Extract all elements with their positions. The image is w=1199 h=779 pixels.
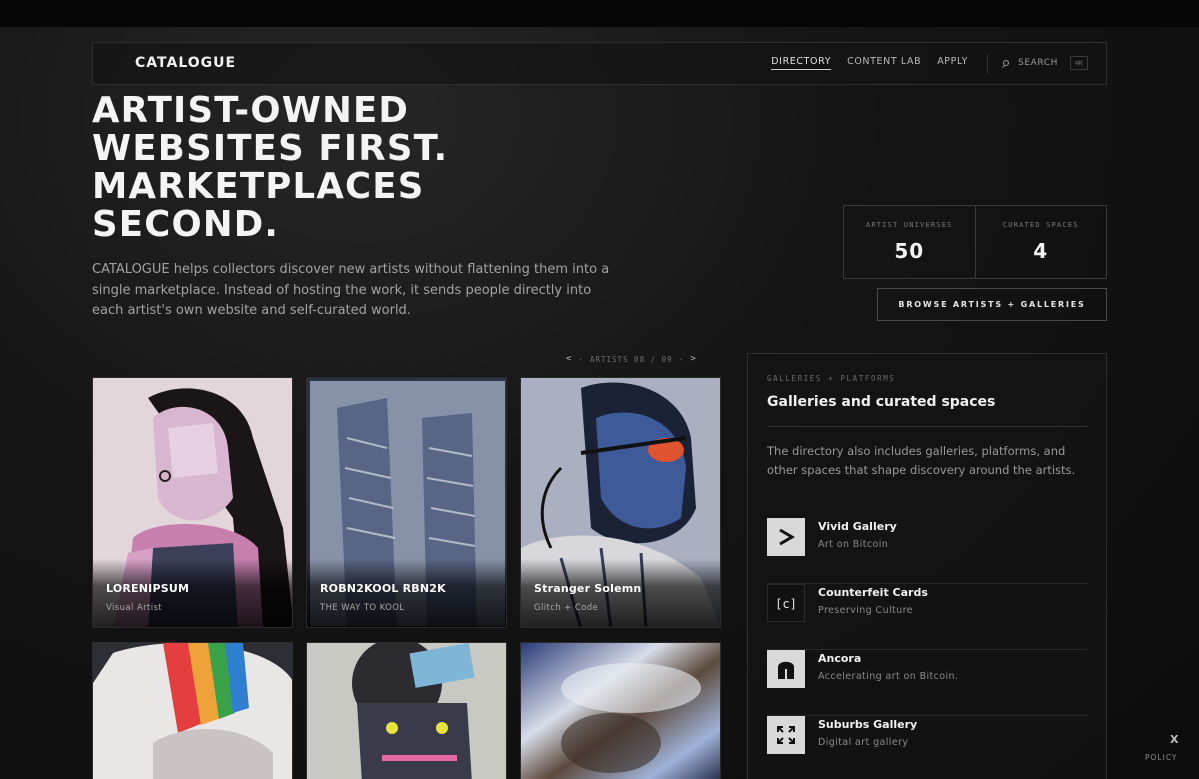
pager-next-button[interactable]: >: [690, 354, 696, 364]
gallery-subtitle: Accelerating art on Bitcoin.: [818, 671, 959, 682]
search-label: SEARCH: [1018, 58, 1059, 68]
pager-prev-button[interactable]: <: [566, 354, 572, 364]
top-strip: [0, 0, 1199, 27]
search-shortcut: ⌘K: [1070, 56, 1088, 70]
top-nav: CATALOGUE DIRECTORY CONTENT LAB APPLY SE…: [92, 42, 1107, 85]
browse-artists-button[interactable]: BROWSE ARTISTS + GALLERIES: [877, 288, 1107, 321]
stat-value: 50: [894, 239, 925, 263]
ancora-logo-icon: [767, 650, 805, 688]
chevron-right-icon: [767, 518, 805, 556]
gallery-subtitle: Art on Bitcoin: [818, 539, 889, 550]
expand-arrows-icon: [767, 716, 805, 754]
gallery-name: Counterfeit Cards: [818, 586, 928, 599]
artist-pager: < · ARTISTS 08 / 09 · >: [566, 354, 697, 364]
gallery-name: Suburbs Gallery: [818, 718, 918, 731]
stat-value: 4: [1033, 239, 1049, 263]
artist-card[interactable]: [306, 642, 507, 779]
svg-text:[c]: [c]: [775, 597, 797, 611]
gallery-item-suburbs[interactable]: Suburbs Gallery Digital art gallery: [767, 716, 1087, 779]
logo[interactable]: CATALOGUE: [135, 55, 236, 71]
gallery-name: Ancora: [818, 652, 862, 665]
galleries-panel: GALLERIES + PLATFORMS Galleries and cura…: [747, 353, 1107, 779]
artist-card-stranger-solemn[interactable]: Stranger Solemn Glitch + Code: [520, 377, 721, 628]
nav-link-directory[interactable]: DIRECTORY: [771, 56, 832, 70]
artist-subtitle: THE WAY TO KOOL: [320, 603, 405, 613]
hero-title-line: WEBSITES FIRST.: [92, 128, 449, 169]
artwork-image: [93, 643, 292, 779]
gallery-item-vivid[interactable]: Vivid Gallery Art on Bitcoin: [767, 518, 1087, 584]
panel-kicker: GALLERIES + PLATFORMS: [767, 374, 896, 383]
stat-artist-universes: ARTIST UNIVERSES 50: [844, 206, 975, 278]
stat-label: CURATED SPACES: [1002, 221, 1079, 229]
stat-label: ARTIST UNIVERSES: [865, 221, 953, 229]
gallery-item-counterfeit-cards[interactable]: [c] Counterfeit Cards Preserving Culture: [767, 584, 1087, 650]
artist-card-lorenipsum[interactable]: LORENIPSUM Visual Artist: [92, 377, 293, 628]
pager-separator: ·: [578, 354, 584, 364]
hero-title: ARTIST-OWNED WEBSITES FIRST. MARKETPLACE…: [92, 92, 552, 244]
artist-subtitle: Glitch + Code: [534, 603, 599, 613]
pager-label: ARTISTS 08 / 09: [589, 354, 673, 364]
panel-divider: [767, 426, 1087, 427]
artist-name: ROBN2KOOL RBN2K: [320, 582, 446, 595]
gallery-subtitle: Preserving Culture: [818, 605, 913, 616]
artwork-image: [307, 643, 506, 779]
artist-card-robn2kool[interactable]: ROBN2KOOL RBN2K THE WAY TO KOOL: [306, 377, 507, 628]
nav-links: DIRECTORY CONTENT LAB APPLY: [771, 56, 968, 70]
bracket-c-icon: [c]: [767, 584, 805, 622]
artist-card[interactable]: [520, 642, 721, 779]
search-button[interactable]: SEARCH ⌘K: [1003, 56, 1088, 70]
gallery-item-ancora[interactable]: Ancora Accelerating art on Bitcoin.: [767, 650, 1087, 716]
pager-separator: ·: [678, 354, 685, 364]
artist-subtitle: Visual Artist: [106, 603, 163, 613]
panel-description: The directory also includes galleries, p…: [767, 444, 1076, 477]
stats-box: ARTIST UNIVERSES 50 CURATED SPACES 4: [843, 205, 1107, 279]
artist-name: Stranger Solemn: [534, 582, 642, 595]
gallery-subtitle: Digital art gallery: [818, 737, 909, 748]
x-social-link[interactable]: X: [1170, 733, 1178, 746]
stat-curated-spaces: CURATED SPACES 4: [974, 206, 1107, 278]
hero-title-line: SECOND.: [92, 204, 280, 245]
nav-divider: [987, 54, 988, 74]
artist-card[interactable]: [92, 642, 293, 779]
nav-link-content-lab[interactable]: CONTENT LAB: [847, 56, 921, 70]
gallery-name: Vivid Gallery: [818, 520, 897, 533]
panel-title: Galleries and curated spaces: [767, 394, 996, 410]
page: CATALOGUE DIRECTORY CONTENT LAB APPLY SE…: [0, 0, 1199, 779]
artwork-image: [521, 643, 720, 779]
search-icon: [1003, 60, 1009, 66]
policy-link[interactable]: POLICY: [1145, 753, 1178, 762]
hero-title-line: ARTIST-OWNED: [92, 90, 410, 131]
nav-link-apply[interactable]: APPLY: [937, 56, 968, 70]
hero-description: CATALOGUE helps collectors discover new …: [92, 262, 610, 318]
hero-title-line: MARKETPLACES: [92, 166, 425, 207]
artist-name: LORENIPSUM: [106, 582, 190, 595]
